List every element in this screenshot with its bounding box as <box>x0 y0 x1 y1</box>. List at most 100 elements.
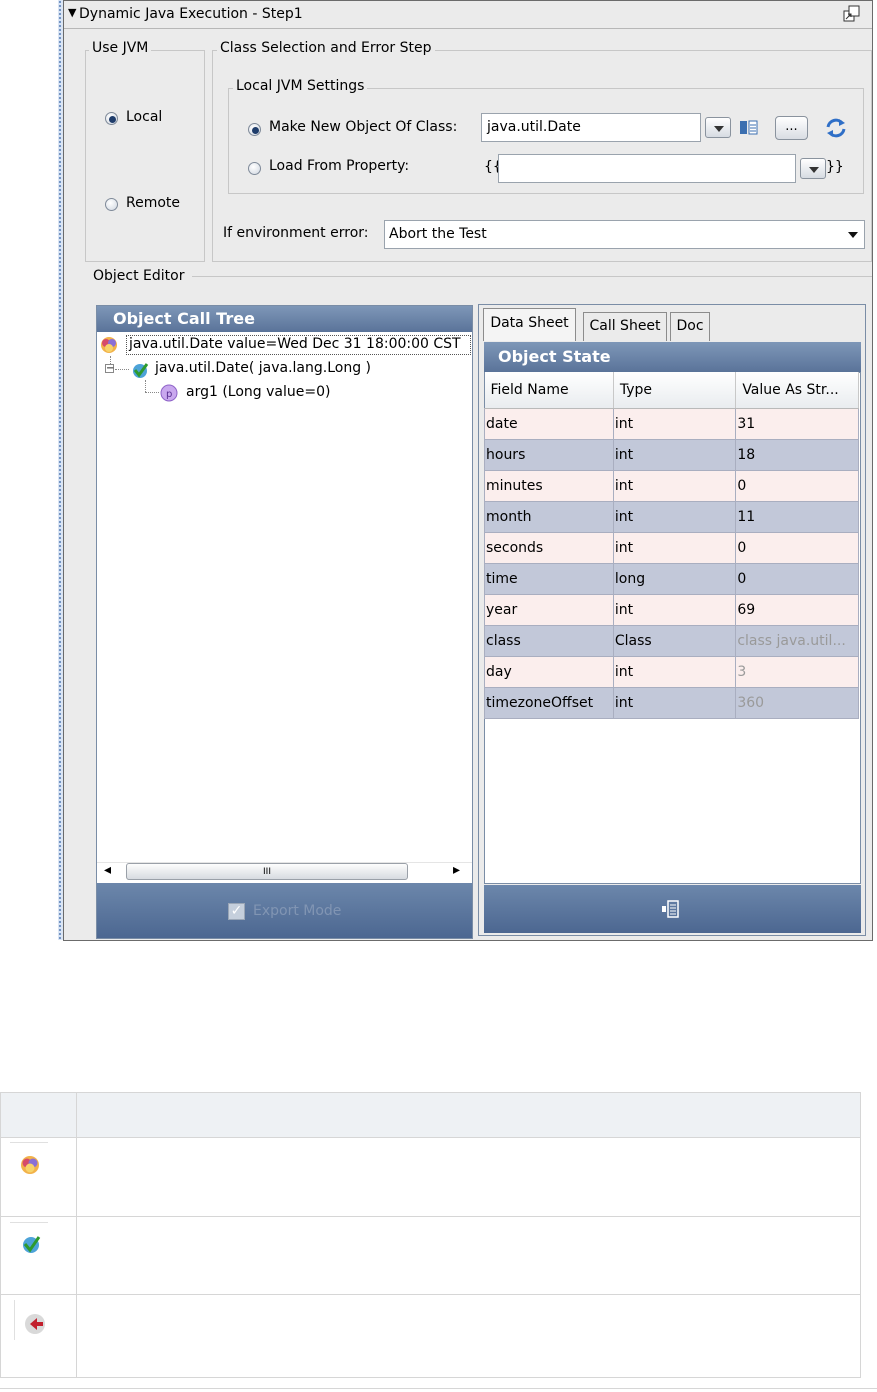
scroll-left-button[interactable]: ◂ <box>104 862 111 878</box>
object-call-tree-title: Object Call Tree <box>113 309 255 328</box>
property-dropdown-button[interactable] <box>800 158 826 179</box>
value-cell[interactable]: 18 <box>735 439 859 471</box>
tree-expander-glyph: − <box>106 363 115 374</box>
column-header-value[interactable]: Value As Str... <box>735 372 859 409</box>
type-cell[interactable]: int <box>612 532 737 564</box>
type-cell[interactable]: int <box>612 594 737 626</box>
tree-expander[interactable]: − <box>105 363 115 374</box>
icon-legend-column-divider <box>76 1093 77 1377</box>
type-cell[interactable]: long <box>612 563 737 595</box>
make-new-object-radio[interactable] <box>248 123 261 136</box>
row-divider <box>1 1216 860 1217</box>
field-name-cell[interactable]: seconds <box>484 532 614 564</box>
class-name-input[interactable]: java.util.Date <box>481 113 701 142</box>
browse-button[interactable]: ... <box>775 116 808 140</box>
tree-node-parameter[interactable]: arg1 (Long value=0) <box>186 384 330 400</box>
type-cell[interactable]: int <box>612 656 737 688</box>
svg-text:p: p <box>166 389 172 400</box>
type-cell[interactable]: Class <box>612 625 737 657</box>
object-state-table: Field Name Type Value As Str... date int… <box>484 372 859 719</box>
load-from-property-radio[interactable] <box>248 162 261 175</box>
local-radio-label[interactable]: Local <box>126 109 162 125</box>
value-cell[interactable]: 69 <box>735 594 859 626</box>
field-name-cell[interactable]: timezoneOffset <box>484 687 614 719</box>
export-mode-checkbox[interactable]: ✓ <box>228 903 245 920</box>
class-browser-icon[interactable] <box>738 118 760 138</box>
class-selection-legend: Class Selection and Error Step <box>217 40 435 56</box>
local-radio[interactable] <box>105 112 118 125</box>
table-row[interactable]: class Class class java.util... <box>484 625 859 657</box>
object-call-tree-header: Object Call Tree <box>97 306 472 332</box>
constructor-node-icon <box>130 360 150 380</box>
local-jvm-settings-legend: Local JVM Settings <box>233 78 368 94</box>
tab-data-sheet[interactable]: Data Sheet <box>483 308 576 341</box>
tab-doc-label: Doc <box>676 318 704 334</box>
export-mode-label[interactable]: Export Mode <box>253 903 341 919</box>
table-row[interactable]: time long 0 <box>484 563 859 595</box>
value-cell[interactable]: 3 <box>735 656 859 688</box>
tree-node-object[interactable]: java.util.Date value=Wed Dec 31 18:00:00… <box>126 335 471 355</box>
env-error-label: If environment error: <box>223 225 369 241</box>
table-header-row: Field Name Type Value As Str... <box>484 372 859 409</box>
row-divider <box>1 1294 860 1295</box>
table-row[interactable]: month int 11 <box>484 501 859 533</box>
refresh-icon[interactable] <box>824 116 848 140</box>
value-cell[interactable]: 0 <box>735 532 859 564</box>
type-cell[interactable]: int <box>612 470 737 502</box>
properties-icon[interactable] <box>660 898 682 920</box>
icon-legend-header <box>1 1093 860 1138</box>
type-cell[interactable]: int <box>612 687 737 719</box>
method-node-icon <box>22 1311 48 1337</box>
column-header-type[interactable]: Type <box>613 372 737 409</box>
table-row[interactable]: day int 3 <box>484 656 859 688</box>
make-new-object-label[interactable]: Make New Object Of Class: <box>269 119 457 135</box>
table-row[interactable]: minutes int 0 <box>484 470 859 502</box>
tab-call-sheet[interactable]: Call Sheet <box>583 312 667 341</box>
type-cell[interactable]: int <box>612 501 737 533</box>
value-cell[interactable]: 360 <box>735 687 859 719</box>
field-name-cell[interactable]: month <box>484 501 614 533</box>
value-cell[interactable]: 0 <box>735 563 859 595</box>
field-name-cell[interactable]: hours <box>484 439 614 471</box>
field-name-cell[interactable]: day <box>484 656 614 688</box>
field-name-cell[interactable]: class <box>484 625 614 657</box>
value-cell[interactable]: 0 <box>735 470 859 502</box>
type-cell[interactable]: int <box>612 408 737 440</box>
field-name-cell[interactable]: minutes <box>484 470 614 502</box>
use-jvm-group <box>85 50 205 262</box>
window-title: Dynamic Java Execution - Step1 <box>79 6 303 22</box>
field-name-cell[interactable]: time <box>484 563 614 595</box>
value-cell[interactable]: 11 <box>735 501 859 533</box>
class-dropdown-button[interactable] <box>705 117 731 138</box>
column-header-field-name[interactable]: Field Name <box>484 372 614 409</box>
value-cell[interactable]: class java.util... <box>735 625 859 657</box>
tree-line <box>145 380 146 392</box>
value-cell[interactable]: 31 <box>735 408 859 440</box>
table-row[interactable]: hours int 18 <box>484 439 859 471</box>
chevron-down-icon[interactable] <box>848 232 858 238</box>
env-error-value: Abort the Test <box>389 226 487 242</box>
table-row[interactable]: timezoneOffset int 360 <box>484 687 859 719</box>
collapse-arrow-icon[interactable]: ▼ <box>68 6 76 19</box>
remote-radio-label[interactable]: Remote <box>126 195 180 211</box>
tree-node-object-label: java.util.Date value=Wed Dec 31 18:00:00… <box>129 336 461 352</box>
tree-node-constructor[interactable]: java.util.Date( java.lang.Long ) <box>155 360 371 376</box>
float-window-icon[interactable] <box>843 5 861 23</box>
table-row[interactable]: date int 31 <box>484 408 859 440</box>
tab-data-sheet-label: Data Sheet <box>490 315 569 331</box>
scroll-right-button[interactable]: ▸ <box>453 862 460 878</box>
load-from-property-label[interactable]: Load From Property: <box>269 158 409 174</box>
env-error-select[interactable]: Abort the Test <box>384 220 865 249</box>
constructor-node-icon <box>20 1233 42 1255</box>
property-input[interactable] <box>498 154 796 183</box>
tab-doc[interactable]: Doc <box>670 312 710 341</box>
type-cell[interactable]: int <box>612 439 737 471</box>
table-row[interactable]: seconds int 0 <box>484 532 859 564</box>
table-row[interactable]: year int 69 <box>484 594 859 626</box>
scroll-thumb[interactable]: III <box>126 863 408 880</box>
class-name-value: java.util.Date <box>487 119 581 135</box>
field-name-cell[interactable]: date <box>484 408 614 440</box>
browse-button-label: ... <box>785 119 798 134</box>
remote-radio[interactable] <box>105 198 118 211</box>
field-name-cell[interactable]: year <box>484 594 614 626</box>
